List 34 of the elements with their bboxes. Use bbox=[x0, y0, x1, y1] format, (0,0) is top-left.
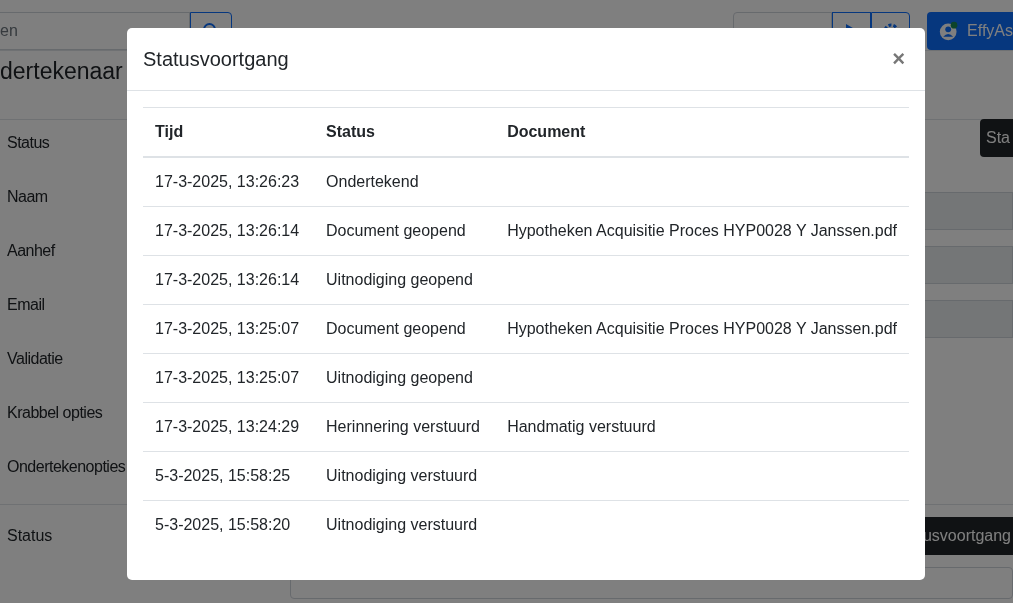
column-header: Tijd bbox=[143, 107, 315, 157]
table-cell: 17-3-2025, 13:26:14 bbox=[143, 206, 315, 256]
user-avatar-icon bbox=[939, 19, 960, 43]
column-header: Document bbox=[495, 107, 909, 157]
table-cell: 5-3-2025, 15:58:25 bbox=[143, 451, 315, 501]
column-header: Status bbox=[314, 107, 496, 157]
table-cell: Handmatig verstuurd bbox=[495, 402, 909, 452]
close-button[interactable]: × bbox=[888, 48, 909, 70]
table-cell: Herinnering verstuurd bbox=[314, 402, 496, 452]
table-cell: Hypotheken Acquisitie Proces HYP0028 Y Janssen.pdf bbox=[495, 304, 909, 354]
table-cell: 17-3-2025, 13:26:23 bbox=[143, 157, 315, 207]
table-cell: Uitnodiging verstuurd bbox=[314, 451, 496, 501]
field-label: Ondertekenopties bbox=[7, 458, 126, 476]
field-label: Status bbox=[7, 134, 50, 152]
table-cell: Document geopend bbox=[314, 304, 496, 354]
field-label: Aanhef bbox=[7, 242, 55, 260]
table-cell: Uitnodiging verstuurd bbox=[314, 500, 496, 549]
table-cell: Uitnodiging geopend bbox=[314, 353, 496, 403]
table-cell: 17-3-2025, 13:24:29 bbox=[143, 402, 315, 452]
table-cell: Hypotheken Acquisitie Proces HYP0028 Y Janssen.pdf bbox=[495, 206, 909, 256]
user-button[interactable]: EffyAs bbox=[927, 12, 1013, 50]
field-label: Krabbel opties bbox=[7, 404, 103, 422]
table-cell: 17-3-2025, 13:25:07 bbox=[143, 304, 315, 354]
field-label: Email bbox=[7, 296, 45, 314]
field-label: Naam bbox=[7, 188, 48, 206]
table-cell: Uitnodiging geopend bbox=[314, 255, 496, 305]
table-cell: 5-3-2025, 15:58:20 bbox=[143, 500, 315, 549]
field-label: Validatie bbox=[7, 350, 63, 368]
field-label: Status bbox=[6, 527, 53, 545]
table-cell: 17-3-2025, 13:26:14 bbox=[143, 255, 315, 305]
table-cell: Ondertekend bbox=[314, 157, 496, 207]
table-cell: 17-3-2025, 13:25:07 bbox=[143, 353, 315, 403]
status-button[interactable]: Sta bbox=[980, 119, 1013, 157]
table-cell: Document geopend bbox=[314, 206, 496, 256]
